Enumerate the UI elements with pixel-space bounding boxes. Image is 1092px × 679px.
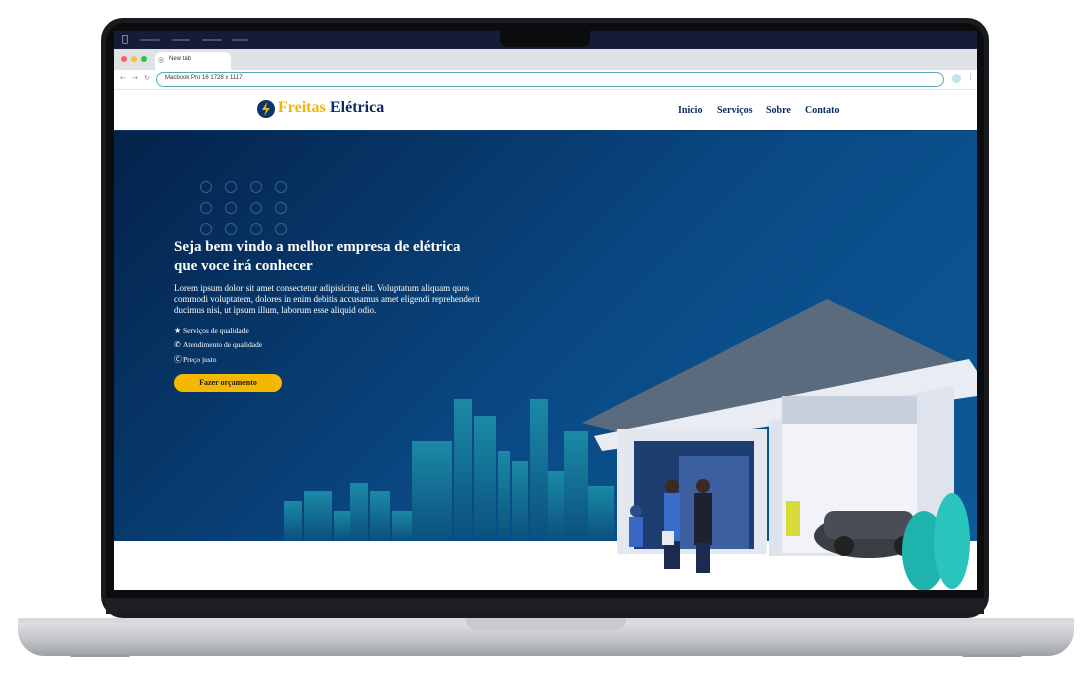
garage-ev-family-illustration xyxy=(582,299,977,590)
laptop-bezel-bottom xyxy=(106,598,984,614)
laptop-foot-left xyxy=(70,654,130,657)
laptop-hinge-notch xyxy=(466,618,626,630)
camera-notch xyxy=(500,31,590,47)
laptop-foot-right xyxy=(962,654,1022,657)
laptop-screen:  ◎ New tab ← → ↻ Macbook Pro 16 1728 x … xyxy=(114,31,977,590)
